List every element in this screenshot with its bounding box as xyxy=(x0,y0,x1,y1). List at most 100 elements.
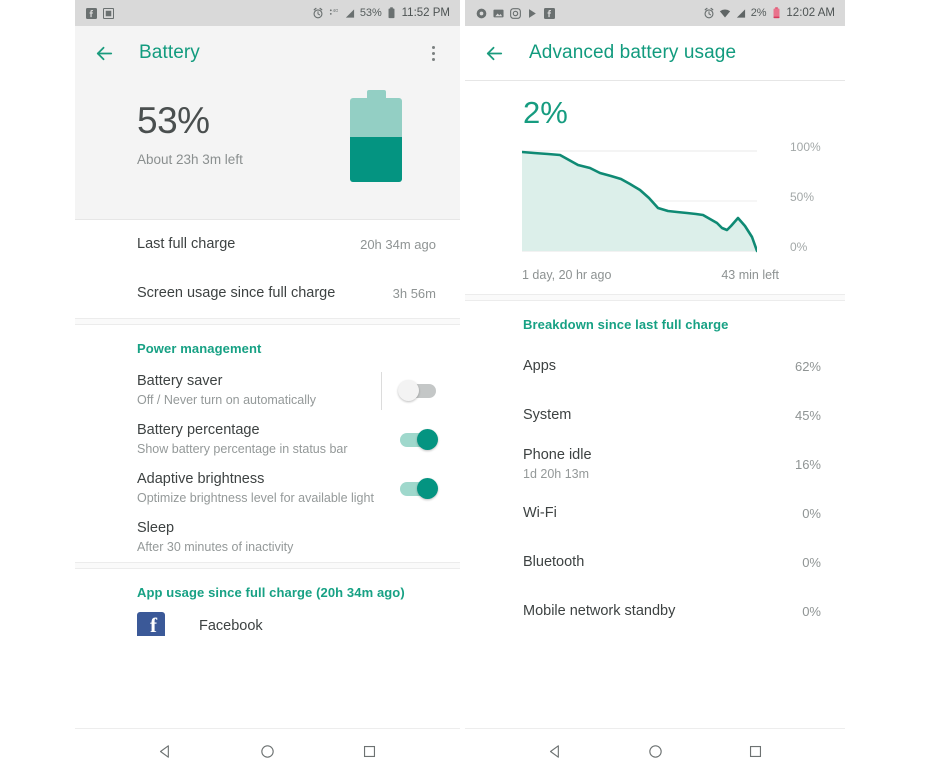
page-title: Advanced battery usage xyxy=(529,42,737,63)
gallery-icon xyxy=(492,7,504,19)
app-name-label: Facebook xyxy=(199,618,263,634)
row-value: 0% xyxy=(802,506,821,521)
battery-body xyxy=(350,98,402,182)
battery-saver-toggle[interactable] xyxy=(398,379,436,401)
power-management-header: Power management xyxy=(137,341,262,356)
row-sublabel: 1d 20h 13m xyxy=(523,467,590,482)
battery-percent-large: 2% xyxy=(523,95,568,130)
row-value: 45% xyxy=(794,408,821,423)
row-sublabel: After 30 minutes of inactivity xyxy=(137,540,294,555)
row-value: 0% xyxy=(802,555,821,570)
back-arrow-icon[interactable] xyxy=(91,40,117,66)
right-phone-screen: 2% 12:02 AM Advanced battery usage 2% 10… xyxy=(465,0,845,774)
row-label: Adaptive brightness xyxy=(137,471,265,488)
row-battery-percentage[interactable]: Battery percentage Show battery percenta… xyxy=(75,415,460,464)
breakdown-header: Breakdown since last full charge xyxy=(523,317,729,332)
section-divider xyxy=(465,294,845,301)
row-value: 0% xyxy=(802,604,821,619)
row-label: Last full charge xyxy=(137,236,236,253)
adaptive-brightness-toggle[interactable] xyxy=(400,477,438,499)
row-label: Screen usage since full charge xyxy=(137,285,336,302)
row-value: 3h 56m xyxy=(392,286,436,301)
instagram-icon xyxy=(509,7,521,19)
row-last-full-charge[interactable]: Last full charge 20h 34m ago xyxy=(75,220,460,269)
right-status-system-icons: 2% 12:02 AM xyxy=(703,7,835,19)
row-label: Apps xyxy=(523,358,557,375)
battery-level-icon xyxy=(350,90,402,182)
row-label: Mobile network standby xyxy=(523,603,676,620)
row-adaptive-brightness[interactable]: Adaptive brightness Optimize brightness … xyxy=(75,464,460,513)
battery-percentage-toggle[interactable] xyxy=(400,428,438,450)
breakdown-section: Breakdown since last full charge Apps 62… xyxy=(465,301,845,636)
chart-svg xyxy=(522,150,757,253)
page-title: Battery xyxy=(139,42,200,63)
section-divider xyxy=(75,562,460,569)
row-phone-idle[interactable]: Phone idle 1d 20h 13m 16% xyxy=(465,440,845,489)
app-usage-header: App usage since full charge (20h 34m ago… xyxy=(137,585,405,600)
battery-chart-panel: 2% 100% 50% 0% 1 day, 20 hr ago 43 min l… xyxy=(465,81,845,282)
row-label: Battery saver xyxy=(137,373,223,390)
chart-y-axis-labels: 100% 50% 0% xyxy=(790,140,845,258)
facebook-icon xyxy=(543,7,555,19)
battery-history-chart: 100% 50% 0% xyxy=(465,140,845,258)
row-label: Bluetooth xyxy=(523,554,585,571)
chart-x-axis-labels: 1 day, 20 hr ago 43 min left xyxy=(465,258,845,282)
overflow-menu-icon[interactable] xyxy=(422,42,444,64)
toggle-knob xyxy=(398,379,419,401)
right-status-notification-icons xyxy=(475,7,555,19)
row-bluetooth[interactable]: Bluetooth 0% xyxy=(465,538,845,587)
row-value: 20h 34m ago xyxy=(360,237,436,252)
left-navigation-bar xyxy=(75,728,460,774)
facebook-icon xyxy=(85,7,97,19)
row-value: 62% xyxy=(794,359,821,374)
nav-recents-icon[interactable] xyxy=(356,739,382,765)
adaptive-brightness-switch-wrap xyxy=(400,477,438,499)
alarm-icon xyxy=(312,7,324,19)
row-mobile-network-standby[interactable]: Mobile network standby 0% xyxy=(465,587,845,636)
row-apps[interactable]: Apps 62% xyxy=(465,342,845,391)
battery-fill xyxy=(350,137,402,182)
play-store-icon xyxy=(526,7,538,19)
signal-icon xyxy=(344,7,356,19)
row-sublabel: Show battery percentage in status bar xyxy=(137,442,348,457)
right-app-bar: Advanced battery usage xyxy=(465,26,845,80)
row-battery-saver[interactable]: Battery saver Off / Never turn on automa… xyxy=(75,366,460,415)
status-clock: 12:02 AM xyxy=(786,7,835,19)
power-management-section: Power management Battery saver Off / Nev… xyxy=(75,325,460,569)
facebook-app-icon xyxy=(137,612,165,636)
y-tick-0: 0% xyxy=(790,240,808,254)
mobile-data-4g-icon: 4G xyxy=(328,7,340,19)
nav-home-icon[interactable] xyxy=(254,739,280,765)
left-phone-screen: 4G 53% 11:52 PM Battery 53% About 23h 3m xyxy=(75,0,460,774)
app-usage-section: App usage since full charge (20h 34m ago… xyxy=(75,569,460,636)
x-tick-start: 1 day, 20 hr ago xyxy=(522,268,612,282)
row-screen-usage[interactable]: Screen usage since full charge 3h 56m xyxy=(75,269,460,318)
chart-plot-area xyxy=(522,146,757,258)
row-value: 16% xyxy=(794,457,821,472)
row-system[interactable]: System 45% xyxy=(465,391,845,440)
nav-recents-icon[interactable] xyxy=(742,739,768,765)
nav-home-icon[interactable] xyxy=(642,739,668,765)
right-navigation-bar xyxy=(465,728,845,774)
battery-icon xyxy=(386,7,398,19)
nav-back-icon[interactable] xyxy=(542,739,568,765)
left-app-bar: Battery xyxy=(75,26,460,80)
chrome-icon xyxy=(475,7,487,19)
right-status-bar: 2% 12:02 AM xyxy=(465,0,845,26)
left-status-notification-icons xyxy=(85,7,114,19)
battery-low-icon xyxy=(770,7,782,19)
charge-info-section: Last full charge 20h 34m ago Screen usag… xyxy=(75,219,460,325)
row-label: System xyxy=(523,407,572,424)
nav-back-icon[interactable] xyxy=(153,739,179,765)
back-arrow-icon[interactable] xyxy=(481,40,507,66)
status-battery-percent: 2% xyxy=(750,7,767,19)
battery-saver-switch-wrap xyxy=(381,371,436,410)
battery-percentage-switch-wrap xyxy=(400,428,438,450)
row-label: Wi-Fi xyxy=(523,505,557,522)
x-tick-end: 43 min left xyxy=(721,268,779,282)
list-item-facebook[interactable]: Facebook xyxy=(75,610,460,636)
y-tick-50: 50% xyxy=(790,190,815,204)
row-sleep[interactable]: Sleep After 30 minutes of inactivity xyxy=(75,513,460,562)
row-wifi[interactable]: Wi-Fi 0% xyxy=(465,489,845,538)
row-label: Sleep xyxy=(137,520,175,537)
